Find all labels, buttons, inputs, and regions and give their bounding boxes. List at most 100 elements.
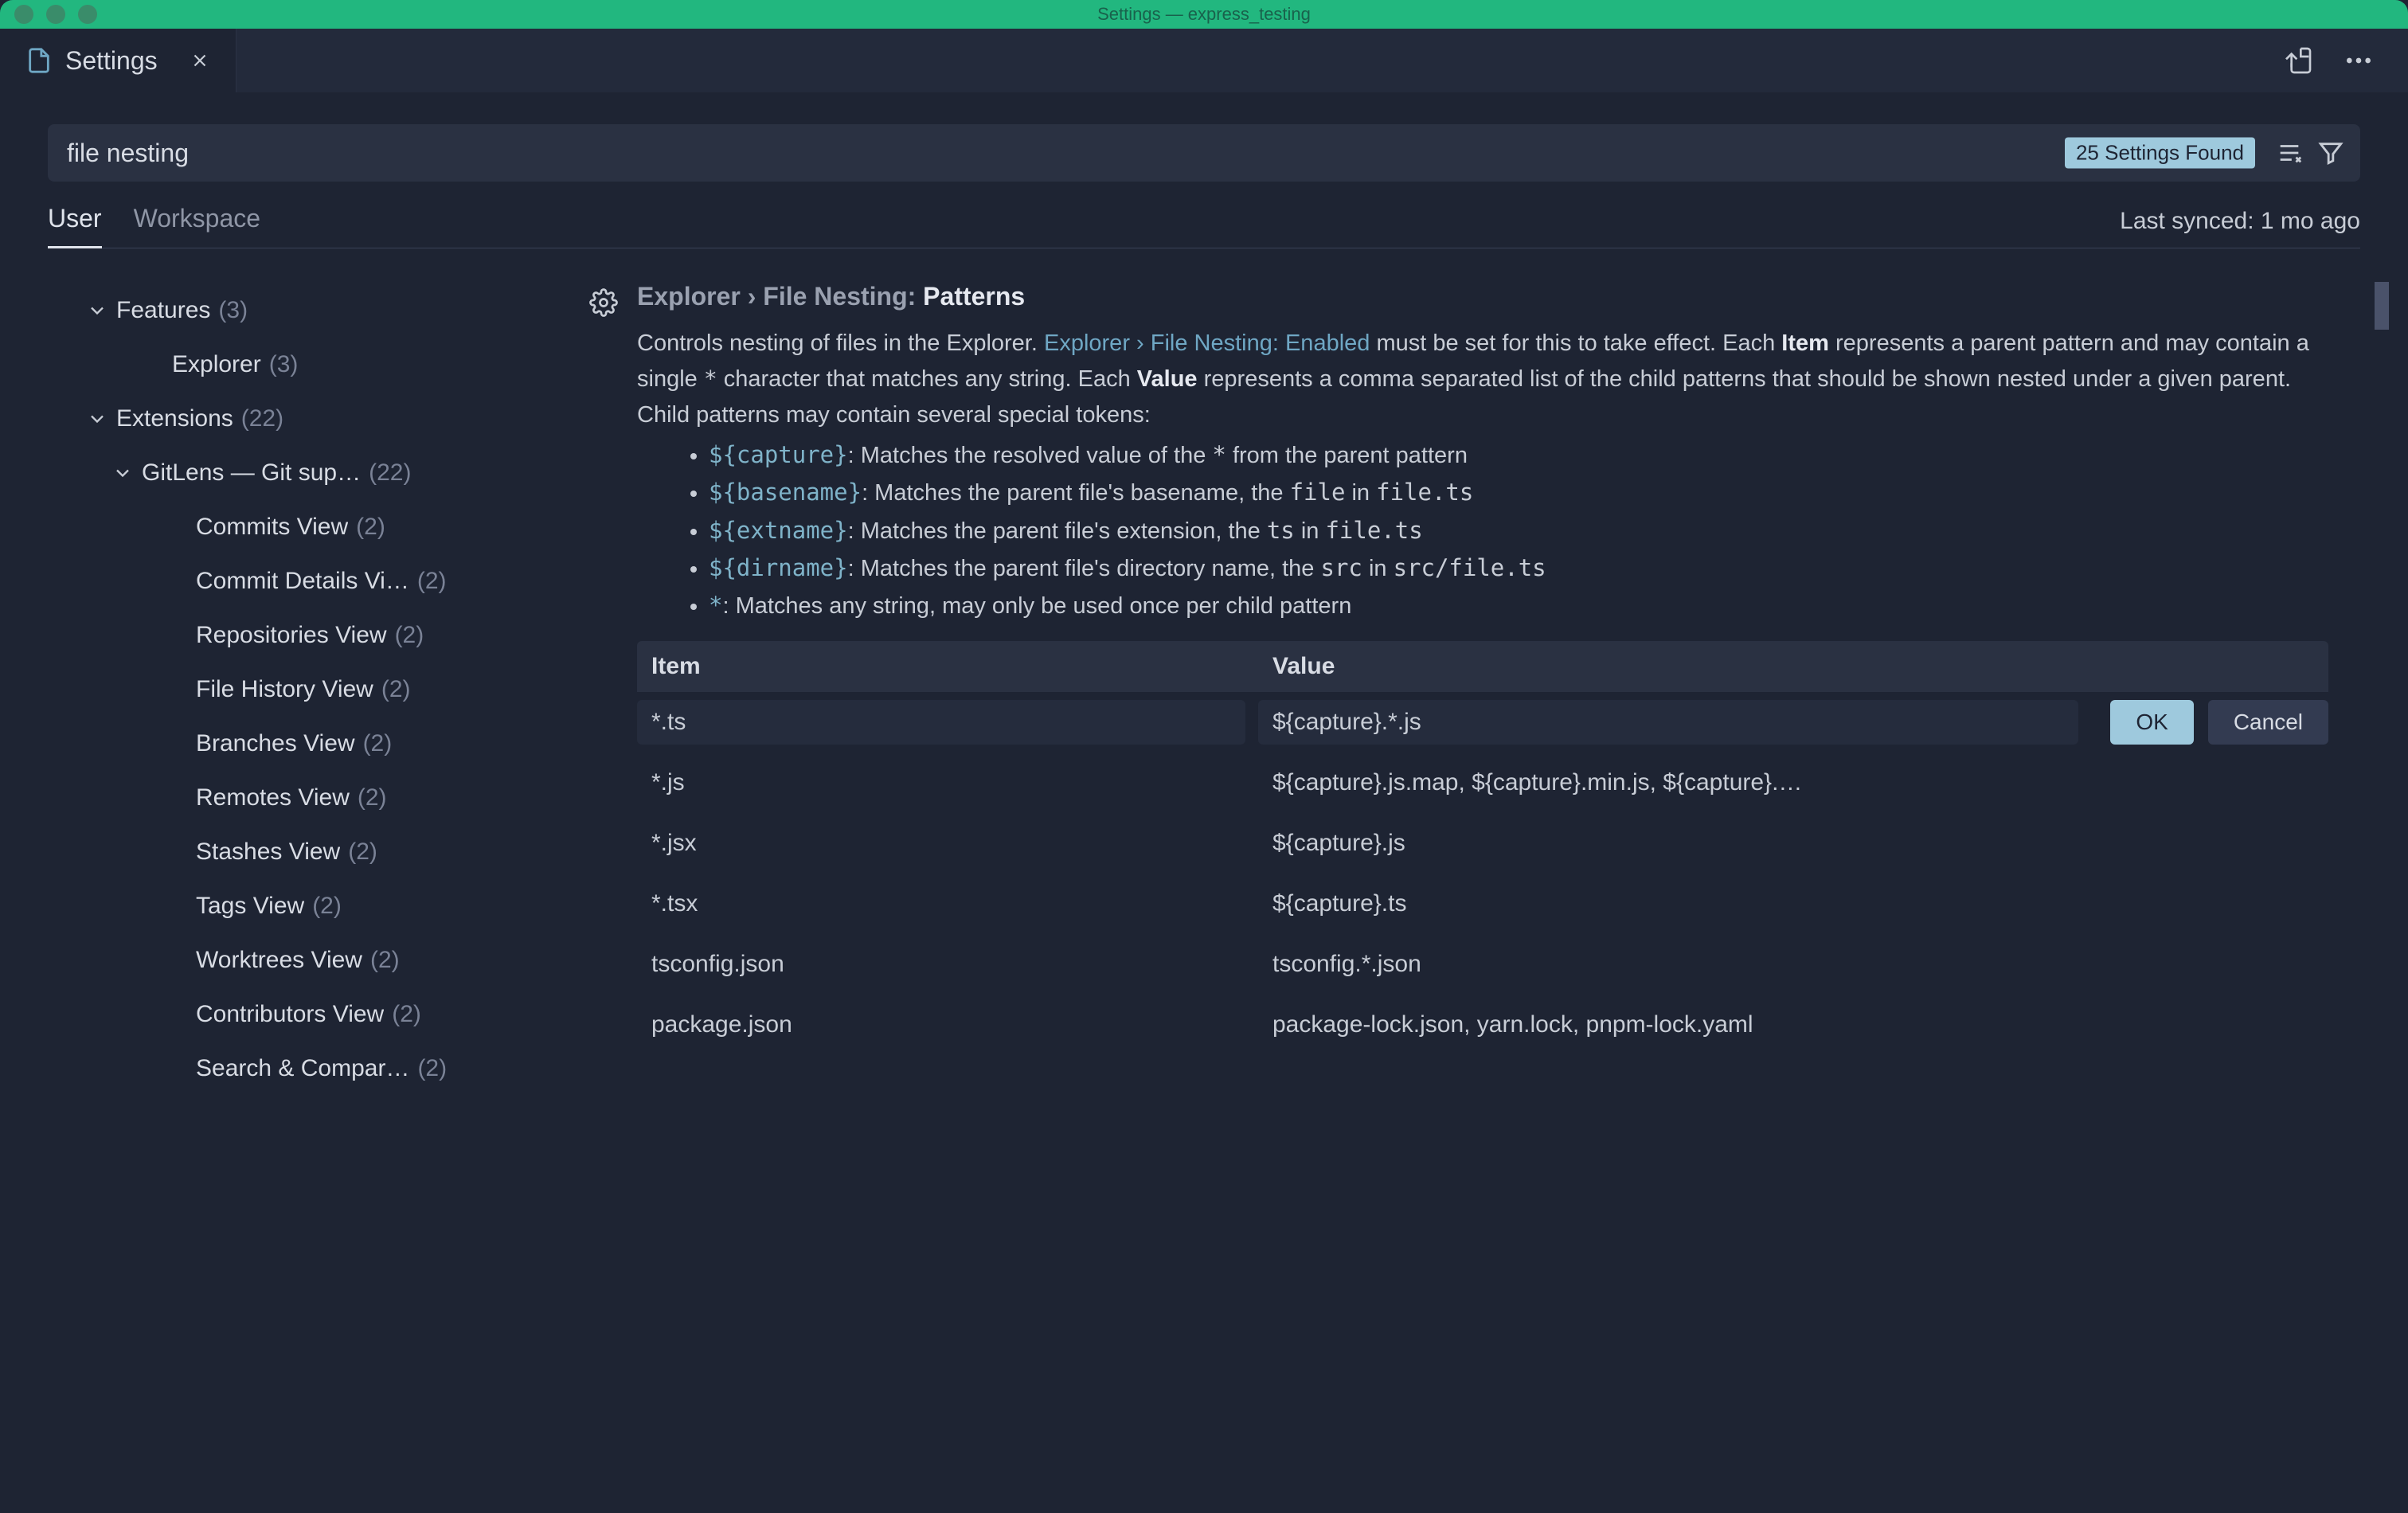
token-item: ${capture}: Matches the resolved value o… — [709, 436, 2328, 474]
tree-item-count: (2) — [395, 622, 424, 649]
scrollbar-thumb[interactable] — [2375, 282, 2389, 330]
ok-button[interactable]: OK — [2110, 700, 2193, 745]
value-cell-input[interactable]: ${capture}.*.js — [1258, 700, 2078, 745]
titlebar: Settings — express_testing — [0, 0, 2408, 29]
setting-name: Patterns — [923, 282, 1025, 311]
sync-status[interactable]: Last synced: 1 mo ago — [2120, 208, 2360, 248]
tree-item-count: (2) — [356, 514, 385, 541]
tree-item[interactable]: Commit Details Vi… (2) — [48, 554, 573, 608]
patterns-table: Item Value *.ts${capture}.*.jsOKCancel*.… — [637, 641, 2328, 1055]
col-item-header: Item — [637, 653, 1258, 680]
tree-item[interactable]: Commits View (2) — [48, 500, 573, 554]
tree-item-label: Repositories View — [196, 622, 387, 649]
minimize-window-button[interactable] — [46, 5, 65, 24]
settings-editor: 25 Settings Found User Workspace Last sy… — [0, 92, 2408, 1513]
tree-item[interactable]: Extensions (22) — [48, 392, 573, 446]
tree-item[interactable]: Worktrees View (2) — [48, 933, 573, 987]
item-cell: *.js — [637, 769, 1258, 796]
tree-item-label: Worktrees View — [196, 947, 362, 974]
window-controls — [14, 5, 97, 24]
tree-item-label: Search & Compar… — [196, 1055, 409, 1082]
tree-item[interactable]: Features (3) — [48, 283, 573, 338]
filter-icon[interactable] — [2317, 139, 2344, 166]
tree-item-count: (2) — [370, 947, 400, 974]
tree-item[interactable]: Explorer(3) — [48, 338, 573, 392]
col-value-header: Value — [1258, 653, 2328, 680]
tree-item-count: (2) — [392, 1001, 421, 1028]
tree-item-label: GitLens — Git sup… — [142, 459, 361, 487]
table-row[interactable]: *.ts ${capture}.*.js OK Cancel — [637, 692, 2328, 753]
tree-item-count: (22) — [241, 405, 283, 432]
setting-breadcrumb: Explorer › File Nesting: — [637, 282, 916, 311]
settings-search-input[interactable] — [48, 124, 2360, 182]
scope-row: User Workspace Last synced: 1 mo ago — [48, 204, 2360, 248]
tree-item-count: (2) — [358, 784, 387, 811]
more-actions-icon[interactable] — [2343, 45, 2375, 76]
tree-item[interactable]: Remotes View(2) — [48, 771, 573, 825]
close-tab-icon[interactable] — [190, 50, 210, 71]
tree-item[interactable]: Contributors View (2) — [48, 987, 573, 1042]
tree-item-label: Stashes View — [196, 839, 340, 866]
table-row[interactable]: *.jsx${capture}.js — [637, 813, 2328, 874]
tab-bar: Settings — [0, 29, 2408, 92]
tree-item[interactable]: Tags View (2) — [48, 879, 573, 933]
tab-label: Settings — [65, 46, 158, 76]
table-row[interactable]: *.tsx${capture}.ts — [637, 874, 2328, 934]
tab-settings[interactable]: Settings — [0, 29, 236, 92]
tree-item-label: Contributors View — [196, 1001, 384, 1028]
tree-item-label: Commit Details Vi… — [196, 568, 409, 595]
results-count-badge: 25 Settings Found — [2065, 138, 2255, 169]
file-icon — [25, 47, 53, 74]
chevron-down-icon — [86, 299, 108, 322]
tree-item-label: Extensions — [116, 405, 233, 432]
value-cell: ${capture}.js.map, ${capture}.min.js, ${… — [1258, 769, 2328, 796]
open-settings-json-icon[interactable] — [2282, 45, 2314, 76]
token-item: *: Matches any string, may only be used … — [709, 587, 2328, 624]
tree-item-count: (2) — [417, 568, 447, 595]
tree-item-label: Tags View — [196, 893, 304, 920]
tree-item-count: (2) — [417, 1055, 447, 1082]
table-row[interactable]: tsconfig.jsontsconfig.*.json — [637, 934, 2328, 995]
table-header: Item Value — [637, 641, 2328, 692]
token-item: ${extname}: Matches the parent file's ex… — [709, 512, 2328, 549]
cancel-button[interactable]: Cancel — [2208, 700, 2328, 745]
tree-item[interactable]: Branches View (2) — [48, 717, 573, 771]
tree-item-count: (2) — [348, 839, 377, 866]
tree-item[interactable]: Search & Compar… (2) — [48, 1042, 573, 1096]
token-list: ${capture}: Matches the resolved value o… — [637, 436, 2328, 625]
clear-search-icon[interactable] — [2276, 139, 2303, 166]
gear-icon[interactable] — [589, 288, 618, 317]
value-cell: ${capture}.js — [1258, 830, 2328, 857]
tree-item[interactable]: File History View (2) — [48, 663, 573, 717]
tree-item[interactable]: Stashes View (2) — [48, 825, 573, 879]
tree-item-label: Explorer — [172, 351, 261, 378]
setting-description: Controls nesting of files in the Explore… — [637, 326, 2328, 433]
zoom-window-button[interactable] — [78, 5, 97, 24]
token-item: ${basename}: Matches the parent file's b… — [709, 474, 2328, 511]
tree-item-count: (2) — [381, 676, 411, 703]
tree-item-label: Features — [116, 297, 210, 324]
tree-item-count: (2) — [363, 730, 393, 757]
tree-item-label: Branches View — [196, 730, 355, 757]
tree-item[interactable]: GitLens — Git sup…(22) — [48, 446, 573, 500]
search-row: 25 Settings Found — [48, 124, 2360, 182]
setting-detail: Explorer › File Nesting: Patterns Contro… — [589, 268, 2360, 1513]
scope-tab-workspace[interactable]: Workspace — [134, 204, 260, 248]
chevron-down-icon — [86, 408, 108, 430]
value-cell: tsconfig.*.json — [1258, 951, 2328, 978]
item-cell-input[interactable]: *.ts — [637, 700, 1245, 745]
tree-item-count: (2) — [312, 893, 342, 920]
item-cell: *.jsx — [637, 830, 1258, 857]
tree-item-label: File History View — [196, 676, 373, 703]
close-window-button[interactable] — [14, 5, 33, 24]
item-cell: package.json — [637, 1011, 1258, 1038]
tree-item-label: Commits View — [196, 514, 348, 541]
link-file-nesting-enabled[interactable]: Explorer › File Nesting: Enabled — [1044, 330, 1370, 356]
table-row[interactable]: package.jsonpackage-lock.json, yarn.lock… — [637, 995, 2328, 1055]
tree-item[interactable]: Repositories View (2) — [48, 608, 573, 663]
window-title: Settings — express_testing — [1097, 4, 1311, 25]
table-row[interactable]: *.js${capture}.js.map, ${capture}.min.js… — [637, 753, 2328, 813]
tree-item-count: (3) — [218, 297, 248, 324]
scope-tab-user[interactable]: User — [48, 204, 102, 248]
settings-tree: Features (3) Explorer(3) Extensions (22) GitL… — [48, 268, 573, 1513]
